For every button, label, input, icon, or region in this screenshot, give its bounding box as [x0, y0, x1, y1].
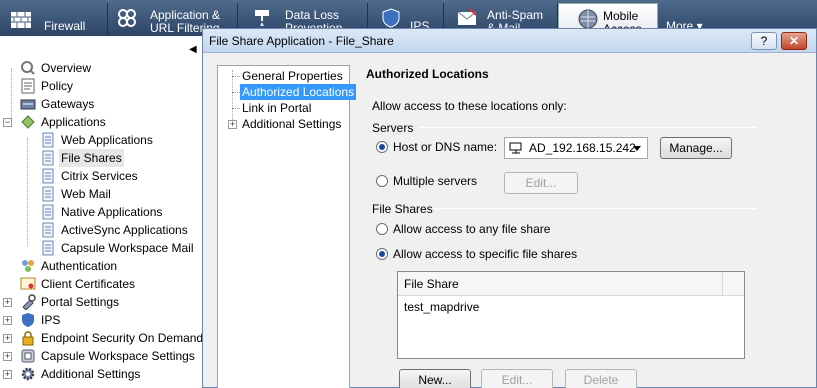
certificate-icon — [20, 277, 36, 290]
any-file-share-radio[interactable] — [376, 223, 388, 235]
nav-authorized-locations[interactable]: Authorized Locations — [240, 84, 357, 100]
tab-firewall-label: Firewall — [44, 19, 86, 33]
application-filtering-icon — [118, 9, 136, 27]
file-share-application-dialog: File Share Application - File_Share ? ✕ … — [202, 28, 817, 388]
tree-item-label: Policy — [41, 79, 74, 93]
document-icon — [42, 132, 54, 148]
authentication-icon — [22, 260, 34, 272]
tree-item-label: Additional Settings — [41, 367, 141, 381]
tree-line — [232, 70, 233, 126]
chevron-down-icon — [633, 146, 641, 151]
tree-item-label: Capsule Workspace Mail — [61, 241, 194, 255]
tree-item-label: ActiveSync Applications — [61, 223, 188, 237]
tree-item-label: Overview — [41, 61, 92, 75]
servers-group-label: Servers — [372, 121, 414, 135]
left-navigation-tree: ◀ Overview Policy Gateways − Application… — [0, 36, 202, 388]
table-row[interactable]: test_mapdrive — [404, 300, 479, 314]
dialog-title-bar[interactable]: File Share Application - File_Share ? ✕ — [203, 29, 816, 53]
policy-icon — [21, 78, 35, 94]
tree-item-label: Endpoint Security On Demand — [41, 331, 202, 345]
specific-file-shares-radio[interactable] — [376, 248, 388, 260]
tree-item-label: Web Mail — [61, 187, 111, 201]
applications-icon — [21, 115, 35, 129]
tree-item-label: Citrix Services — [61, 169, 138, 183]
document-icon — [42, 186, 54, 202]
portal-settings-icon — [22, 294, 36, 310]
close-button[interactable]: ✕ — [781, 32, 807, 50]
document-icon — [42, 150, 54, 166]
tree-item-label: Gateways — [41, 97, 95, 111]
group-divider — [420, 127, 756, 128]
authorized-locations-page: Authorized Locations Allow access to the… — [358, 59, 817, 388]
document-icon — [42, 204, 54, 220]
tree-item-label: Authentication — [41, 259, 118, 273]
gear-icon — [21, 367, 35, 381]
host-radio[interactable] — [376, 141, 388, 153]
tree-line — [11, 68, 12, 124]
tree-line — [232, 76, 240, 77]
ips-icon — [382, 8, 400, 28]
data-loss-prevention-icon — [255, 10, 269, 26]
tab-firewall[interactable]: Firewall — [0, 3, 108, 36]
expand-portal-settings-icon[interactable]: + — [3, 298, 12, 307]
document-icon — [42, 222, 54, 238]
table-header-filler — [722, 272, 744, 296]
expand-endpoint-security-icon[interactable]: + — [3, 334, 12, 343]
tree-item-label: Native Applications — [61, 205, 163, 219]
collapse-pane-icon[interactable]: ◀ — [189, 44, 197, 55]
document-icon — [42, 168, 54, 184]
ips-shield-icon — [22, 313, 34, 327]
file-share-column-header[interactable]: File Share — [398, 272, 722, 296]
new-button[interactable]: New... — [399, 369, 471, 388]
expand-additional-settings-icon[interactable]: + — [3, 370, 12, 379]
host-select-value: AD_192.168.15.242 — [529, 141, 636, 155]
tree-item-label: Applications — [41, 115, 106, 129]
edit-file-share-button[interactable]: Edit... — [481, 369, 553, 388]
group-divider — [434, 208, 756, 209]
collapse-applications-icon[interactable]: − — [3, 118, 12, 127]
help-button[interactable]: ? — [751, 32, 777, 50]
tree-item-label: IPS — [41, 313, 61, 327]
tree-item-label: Client Certificates — [41, 277, 136, 291]
tree-line — [232, 92, 240, 93]
expand-capsule-workspace-icon[interactable]: + — [3, 352, 12, 361]
lock-icon — [22, 331, 34, 346]
manage-button[interactable]: Manage... — [660, 137, 732, 159]
overview-icon — [21, 61, 35, 75]
dialog-title: File Share Application - File_Share — [209, 34, 394, 48]
tree-item-label: File Shares — [59, 149, 124, 167]
host-select[interactable]: AD_192.168.15.242 — [504, 137, 648, 159]
edit-servers-button[interactable]: Edit... — [504, 172, 578, 194]
anti-spam-icon — [457, 8, 477, 25]
dialog-nav-tree: General Properties Authorized Locations … — [217, 65, 357, 388]
specific-file-shares-label: Allow access to specific file shares — [393, 247, 578, 261]
tree-item-label: Portal Settings — [41, 295, 120, 309]
tree-item-label: Web Applications — [61, 133, 153, 147]
expand-additional-settings-icon[interactable]: + — [228, 120, 237, 129]
nav-link-in-portal[interactable]: Link in Portal — [242, 100, 311, 116]
mobile-access-icon — [578, 9, 598, 29]
intro-text: Allow access to these locations only: — [372, 99, 567, 113]
capsule-icon — [21, 349, 35, 363]
page-title: Authorized Locations — [366, 67, 489, 81]
server-icon — [509, 142, 522, 154]
multiple-servers-label: Multiple servers — [393, 174, 478, 188]
document-icon — [42, 240, 54, 256]
file-share-table: File Share test_mapdrive — [397, 271, 745, 359]
tree-line — [232, 108, 240, 109]
nav-general-properties[interactable]: General Properties — [242, 68, 343, 84]
multiple-servers-radio[interactable] — [376, 175, 388, 187]
host-label: Host or DNS name: — [393, 140, 498, 154]
tree-item-label: Capsule Workspace Settings — [41, 349, 195, 363]
delete-button[interactable]: Delete — [565, 369, 637, 388]
gateways-icon — [20, 99, 36, 110]
app-window: Firewall Application & URL Filtering Dat… — [0, 0, 817, 388]
firewall-icon — [11, 12, 31, 28]
file-shares-group-label: File Shares — [372, 202, 433, 216]
expand-ips-icon[interactable]: + — [3, 316, 12, 325]
nav-additional-settings[interactable]: Additional Settings — [242, 116, 341, 132]
any-file-share-label: Allow access to any file share — [393, 222, 551, 236]
tree-line — [27, 138, 28, 246]
